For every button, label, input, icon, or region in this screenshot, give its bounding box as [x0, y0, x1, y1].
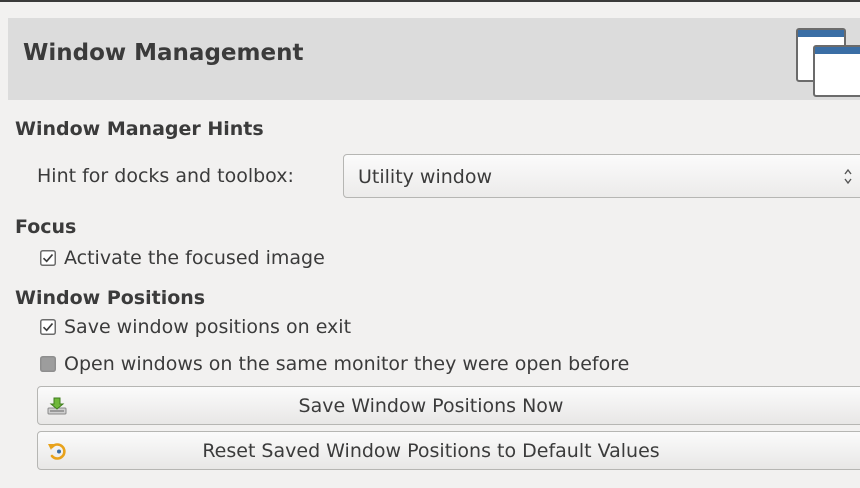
save-on-exit-label: Save window positions on exit	[64, 316, 352, 338]
activate-focused-image-label: Activate the focused image	[64, 247, 325, 269]
reset-window-positions-button[interactable]: Reset Saved Window Positions to Default …	[37, 431, 860, 470]
same-monitor-checkbox[interactable]	[40, 356, 56, 372]
dock-hint-label: Hint for docks and toolbox:	[37, 165, 294, 187]
select-arrows-icon	[844, 168, 852, 185]
page-header: Window Management	[8, 18, 860, 100]
activate-focused-image-checkbox[interactable]	[40, 250, 56, 266]
page-title: Window Management	[23, 40, 304, 66]
window-top-border	[0, 0, 860, 2]
windows-icon	[796, 28, 860, 97]
section-title-window-manager-hints: Window Manager Hints	[15, 118, 264, 140]
save-window-positions-now-label: Save Window Positions Now	[298, 395, 564, 417]
dock-hint-select[interactable]: Utility window	[343, 154, 860, 198]
section-title-focus: Focus	[15, 216, 77, 238]
section-title-window-positions: Window Positions	[15, 287, 206, 309]
save-on-exit-checkbox[interactable]	[40, 319, 56, 335]
save-window-positions-now-button[interactable]: Save Window Positions Now	[37, 386, 860, 425]
reset-window-positions-label: Reset Saved Window Positions to Default …	[202, 440, 660, 462]
dock-hint-select-value: Utility window	[358, 166, 493, 188]
same-monitor-label: Open windows on the same monitor they we…	[64, 353, 630, 375]
